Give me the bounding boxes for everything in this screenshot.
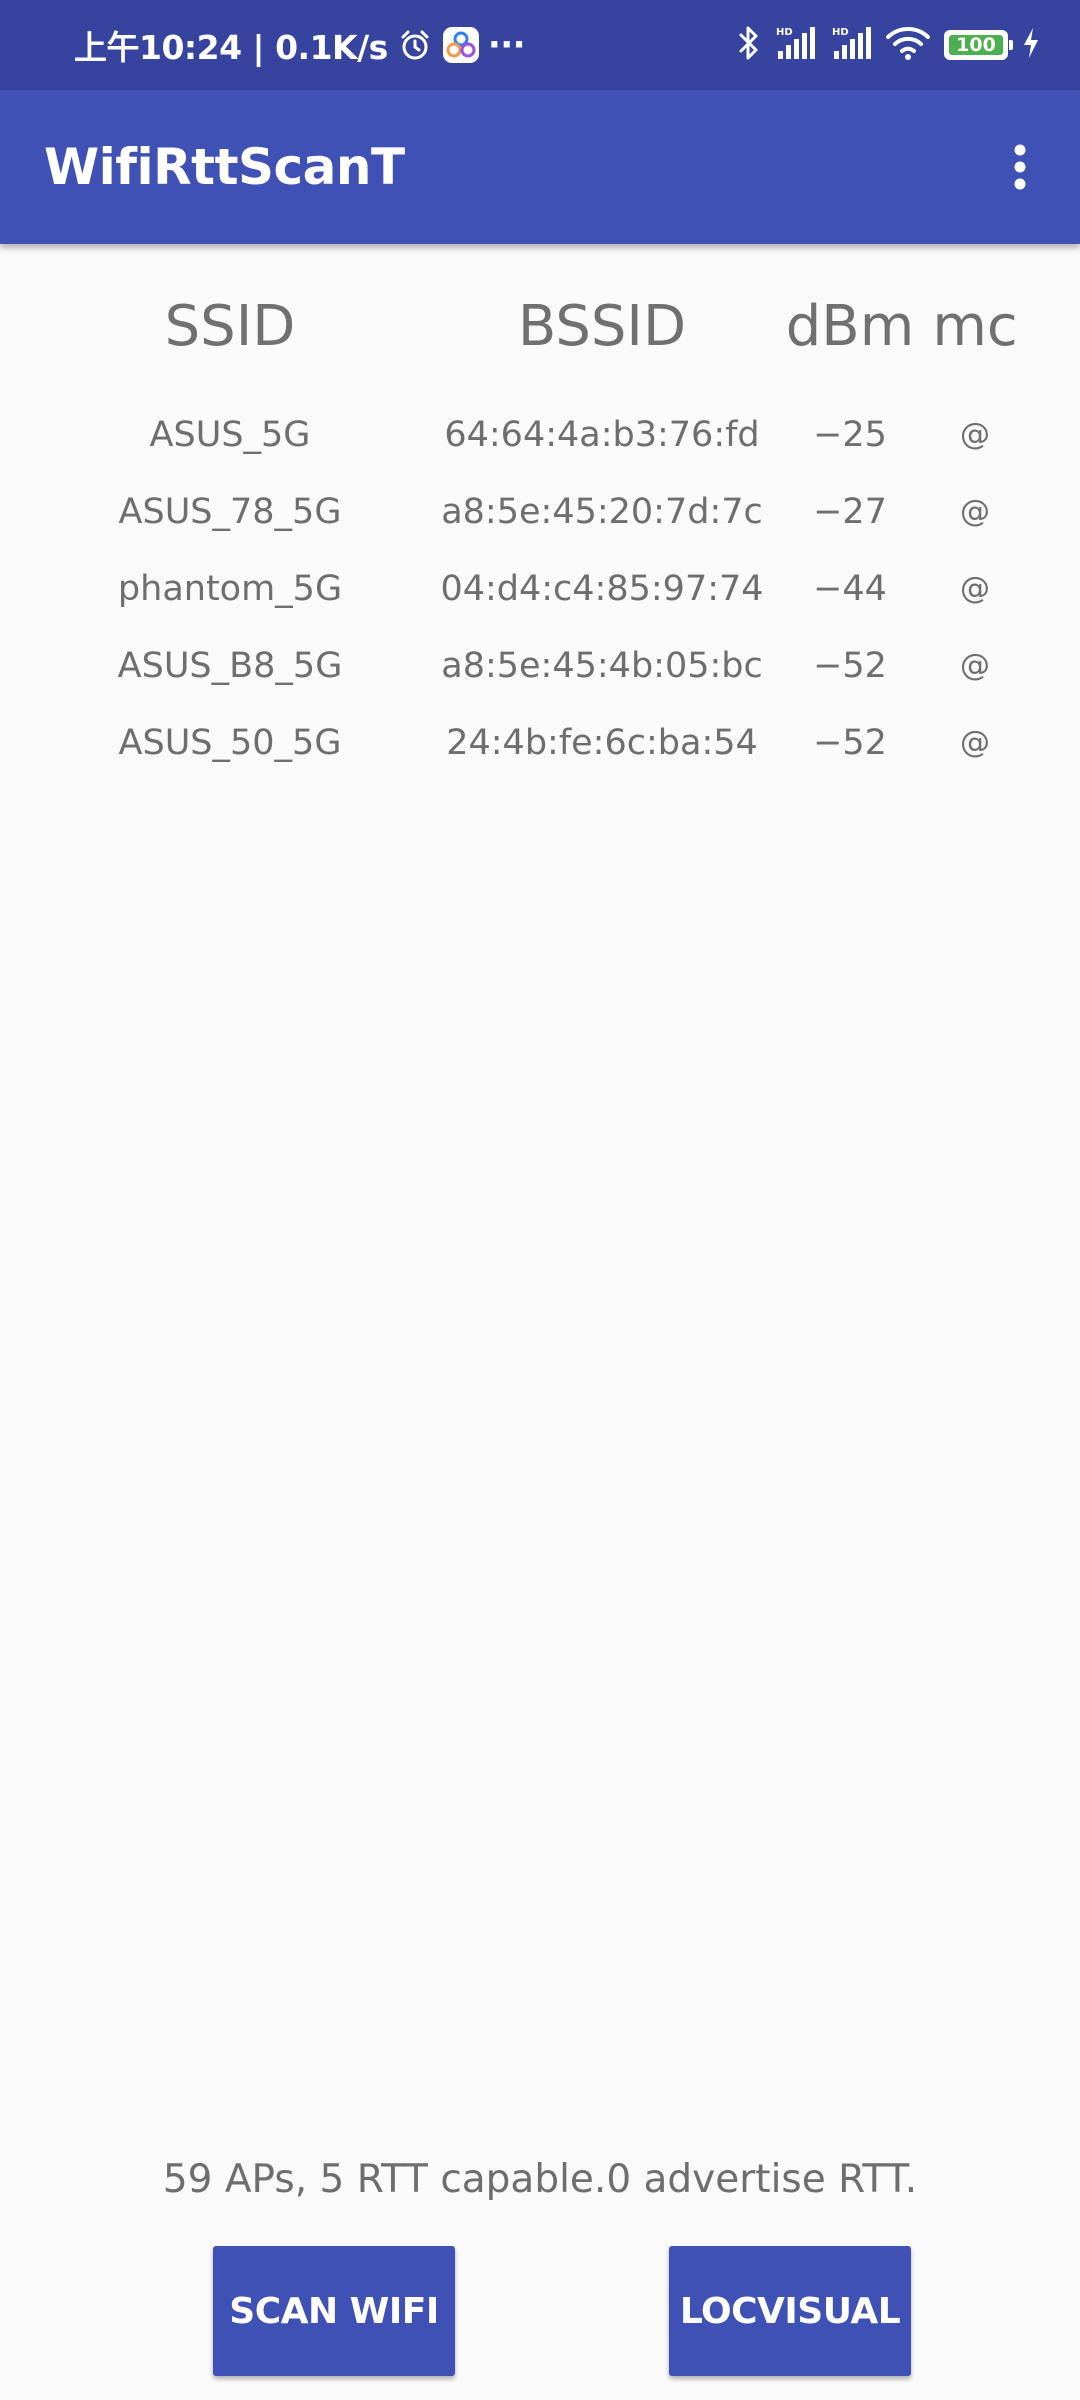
status-left: 上午10:24 | 0.1K/s ··· <box>74 0 526 90</box>
bssid-cell: 64:64:4a:b3:76:fd <box>444 414 760 455</box>
header-bssid: BSSID <box>517 293 687 359</box>
mc-cell: @ <box>960 571 990 606</box>
mc-cell: @ <box>960 494 990 529</box>
status-bar: 上午10:24 | 0.1K/s ··· HD HD 100 <box>0 0 1080 90</box>
header-mc: mc <box>932 293 1018 359</box>
bssid-cell: 04:d4:c4:85:97:74 <box>440 568 764 609</box>
table-row: ASUS_5G 64:64:4a:b3:76:fd −25 @ <box>0 396 1080 473</box>
status-more-dots: ··· <box>487 25 526 65</box>
svg-text:HD: HD <box>776 27 793 38</box>
bssid-cell: 24:4b:fe:6c:ba:54 <box>446 722 758 763</box>
app-bar: WifiRttScanT <box>0 90 1080 244</box>
status-right: HD HD 100 <box>738 0 1040 90</box>
dbm-cell: −52 <box>813 645 887 686</box>
ssid-cell: ASUS_B8_5G <box>117 645 343 686</box>
battery-icon: 100 <box>944 30 1013 60</box>
bluetooth-icon <box>738 25 760 65</box>
bssid-cell: a8:5e:45:20:7d:7c <box>441 491 763 532</box>
table-row: ASUS_78_5G a8:5e:45:20:7d:7c −27 @ <box>0 473 1080 550</box>
alarm-clock-icon <box>398 28 432 62</box>
scan-wifi-button[interactable]: SCAN WIFI <box>213 2246 455 2376</box>
dbm-cell: −25 <box>813 414 887 455</box>
wifi-icon <box>886 25 930 65</box>
table-row: ASUS_B8_5G a8:5e:45:4b:05:bc −52 @ <box>0 627 1080 704</box>
header-ssid: SSID <box>164 293 296 359</box>
dbm-cell: −52 <box>813 722 887 763</box>
ssid-cell: phantom_5G <box>117 568 343 609</box>
locvisual-button[interactable]: LOCVISUAL <box>669 2246 911 2376</box>
signal-hd-icon: HD <box>774 25 816 65</box>
scan-summary-text: 59 APs, 5 RTT capable.0 advertise RTT. <box>162 2157 918 2202</box>
table-header-row: SSID BSSID dBm mc <box>0 244 1080 396</box>
more-vert-icon[interactable] <box>984 131 1056 203</box>
app-title: WifiRttScanT <box>44 138 405 196</box>
mc-cell: @ <box>960 648 990 683</box>
table-row: ASUS_50_5G 24:4b:fe:6c:ba:54 −52 @ <box>0 704 1080 781</box>
dbm-cell: −44 <box>813 568 887 609</box>
header-dbm: dBm <box>785 293 915 359</box>
mc-cell: @ <box>960 417 990 452</box>
dbm-cell: −27 <box>813 491 887 532</box>
ssid-cell: ASUS_5G <box>149 414 311 455</box>
charging-bolt-icon <box>1022 27 1040 63</box>
battery-level: 100 <box>949 34 1003 56</box>
wifi-table: SSID BSSID dBm mc ASUS_5G 64:64:4a:b3:76… <box>0 244 1080 781</box>
svg-text:HD: HD <box>832 27 849 38</box>
signal-hd-icon: HD <box>830 25 872 65</box>
table-row: phantom_5G 04:d4:c4:85:97:74 −44 @ <box>0 550 1080 627</box>
status-time: 上午10:24 | 0.1K/s <box>74 28 388 67</box>
ssid-cell: ASUS_78_5G <box>118 491 342 532</box>
bssid-cell: a8:5e:45:4b:05:bc <box>441 645 763 686</box>
mc-cell: @ <box>960 725 990 760</box>
app-notification-icon <box>442 26 480 64</box>
ssid-cell: ASUS_50_5G <box>118 722 342 763</box>
